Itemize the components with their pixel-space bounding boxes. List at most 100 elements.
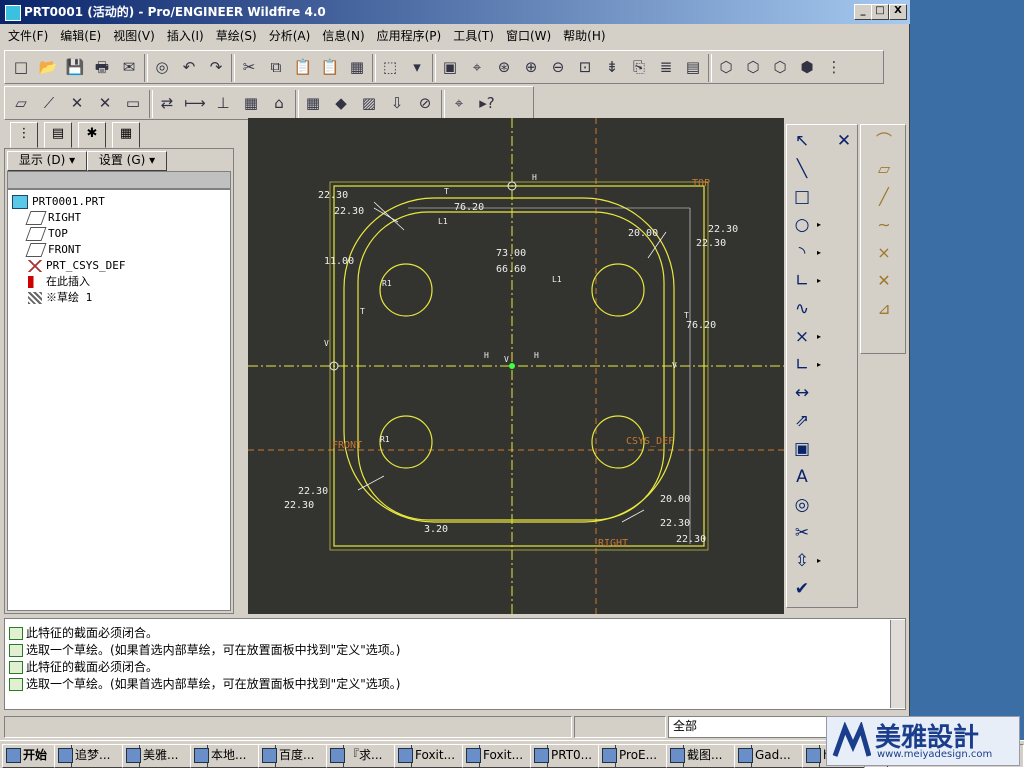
palette-icon[interactable]: ▦	[301, 91, 325, 115]
send-icon[interactable]: ✉	[117, 55, 141, 79]
palette-icon[interactable]: ◎	[789, 493, 815, 517]
select-arrow-icon[interactable]: ↖	[789, 129, 815, 153]
flyout-arrow-icon[interactable]: ▸	[817, 213, 825, 237]
datum-plane-icon[interactable]: ▱	[9, 91, 33, 115]
menu-item-9[interactable]: 窗口(W)	[506, 29, 551, 43]
done-icon[interactable]: ⌖	[447, 91, 471, 115]
hole-circle-top-left[interactable]	[379, 263, 433, 317]
flyout-arrow-icon[interactable]: ▸	[817, 549, 825, 573]
dimension-label[interactable]: 3.20	[424, 524, 448, 535]
zoom-out-icon[interactable]: ⊖	[546, 55, 570, 79]
axis-icon[interactable]: ╱	[871, 185, 897, 209]
panel-splitter[interactable]	[236, 200, 244, 600]
regenerate-icon[interactable]: ▦	[345, 55, 369, 79]
dimension-label[interactable]: 22.30	[298, 486, 328, 497]
dimension-label[interactable]: 11.00	[324, 256, 354, 267]
dimension-label[interactable]: 22.30	[676, 534, 706, 545]
rectangle-icon[interactable]: □	[789, 185, 815, 209]
tree-item[interactable]: PRT0001.PRT	[12, 194, 105, 210]
dimension-icon[interactable]: ↔	[789, 381, 815, 405]
dimension-label[interactable]: 76.20	[454, 202, 484, 213]
copy-icon[interactable]: ⧉	[264, 55, 288, 79]
tree-item[interactable]: RIGHT	[25, 210, 81, 226]
point-icon[interactable]: ×	[871, 241, 897, 265]
circle-icon[interactable]: ○	[789, 213, 815, 237]
graphics-window[interactable]: 22.30 22.30 76.20 20.00 22.30 22.30 11.00 73.00…	[248, 118, 784, 614]
paste-icon[interactable]: 📋	[291, 55, 315, 79]
paste-special-icon[interactable]: 📋	[318, 55, 342, 79]
message-scrollbar[interactable]	[890, 620, 905, 708]
datum-point-icon[interactable]: ✕	[65, 91, 89, 115]
dimension-label[interactable]: 22.30	[284, 500, 314, 511]
open-icon[interactable]: 📂	[36, 55, 60, 79]
datum-axis-icon[interactable]: ⟋	[37, 91, 61, 115]
whats-this-icon[interactable]: ▸?	[475, 91, 499, 115]
menu-item-7[interactable]: 应用程序(P)	[377, 29, 442, 43]
hidden-line-icon[interactable]: ⬡	[741, 55, 765, 79]
folder-tab-icon[interactable]: ▤	[44, 122, 72, 148]
flyout-arrow-icon[interactable]: ▸	[817, 269, 825, 293]
modify-icon[interactable]: ⇗	[789, 409, 815, 433]
text-icon[interactable]: A	[789, 465, 815, 489]
layers-icon[interactable]: ≣	[654, 55, 678, 79]
cut-icon[interactable]: ✂	[237, 55, 261, 79]
wireframe-icon[interactable]: ⬡	[714, 55, 738, 79]
model-tree-tab-icon[interactable]: ⋮	[10, 122, 38, 148]
dimension-label[interactable]: 22.30	[696, 238, 726, 249]
point-icon[interactable]: ×	[789, 325, 815, 349]
fillet-icon[interactable]: ∟	[789, 269, 815, 293]
flyout-arrow-icon[interactable]: ▸	[817, 241, 825, 265]
settings-dropdown[interactable]: 设置 (G) ▾	[87, 151, 167, 171]
plane-icon[interactable]: ▱	[871, 157, 897, 181]
dimension-label[interactable]: 73.00	[496, 248, 526, 259]
sketch-icon[interactable]: ▭	[121, 91, 145, 115]
dimension-label[interactable]: 66.60	[496, 264, 526, 275]
spline-icon[interactable]: ∿	[789, 297, 815, 321]
sketch-setup-icon[interactable]: ⇄	[155, 91, 179, 115]
dimension-label[interactable]: 22.30	[660, 518, 690, 529]
no-hidden-icon[interactable]: ⬡	[768, 55, 792, 79]
saved-views-icon[interactable]: ⎘	[627, 55, 651, 79]
hole-circle-top-right[interactable]	[591, 263, 645, 317]
flyout-arrow-icon[interactable]: ▸	[817, 353, 825, 377]
done-check-icon[interactable]: ✔	[789, 577, 815, 601]
show-dropdown[interactable]: 显示 (D) ▾	[7, 151, 87, 171]
dropdown-icon[interactable]: ▾	[405, 55, 429, 79]
orient-icon[interactable]: ⊛	[492, 55, 516, 79]
tree-item[interactable]: FRONT	[25, 242, 81, 258]
mirror-icon[interactable]: ◆	[329, 91, 353, 115]
tree-item[interactable]: TOP	[25, 226, 68, 242]
csys-icon[interactable]: ✕	[871, 269, 897, 293]
zoom-in-icon[interactable]: ⊕	[519, 55, 543, 79]
trim-icon[interactable]: ✂	[789, 521, 815, 545]
sketch-canvas[interactable]: 22.30 22.30 76.20 20.00 22.30 22.30 11.00 73.00…	[248, 118, 784, 614]
menu-item-1[interactable]: 编辑(E)	[60, 29, 101, 43]
menu-item-3[interactable]: 插入(I)	[167, 29, 204, 43]
send2-icon[interactable]: ◎	[150, 55, 174, 79]
tree-item[interactable]: PRT_CSYS_DEF	[28, 258, 125, 274]
dimension-label[interactable]: 20.00	[660, 494, 690, 505]
dimension-label[interactable]: 20.00	[628, 228, 658, 239]
shading-icon[interactable]: ⬢	[795, 55, 819, 79]
arc-icon[interactable]: ◝	[789, 241, 815, 265]
menu-item-2[interactable]: 视图(V)	[113, 29, 155, 43]
spin-center-icon[interactable]: ⌖	[465, 55, 489, 79]
dimension-label[interactable]: 76.20	[686, 320, 716, 331]
tree-item[interactable]: 在此插入	[28, 274, 90, 290]
dimension-label[interactable]: 22.30	[318, 190, 348, 201]
constraint-icon[interactable]: ▦	[239, 91, 263, 115]
menu-item-0[interactable]: 文件(F)	[8, 29, 48, 43]
save-icon[interactable]: 💾	[63, 55, 87, 79]
line-icon[interactable]: ╲	[789, 157, 815, 181]
menu-item-4[interactable]: 草绘(S)	[216, 29, 257, 43]
divide-icon[interactable]: ⇩	[385, 91, 409, 115]
cancel-x-icon[interactable]: ✕	[831, 129, 857, 153]
repaint-icon[interactable]: ▣	[438, 55, 462, 79]
curve-icon[interactable]: ∼	[871, 213, 897, 237]
reorient-icon[interactable]: ⇟	[600, 55, 624, 79]
use-edge-icon[interactable]: ∟	[789, 353, 815, 377]
csys-icon[interactable]: ✕	[93, 91, 117, 115]
print-icon[interactable]: 🖶	[90, 55, 114, 79]
import-icon[interactable]: ⊘	[413, 91, 437, 115]
menu-item-8[interactable]: 工具(T)	[453, 29, 494, 43]
